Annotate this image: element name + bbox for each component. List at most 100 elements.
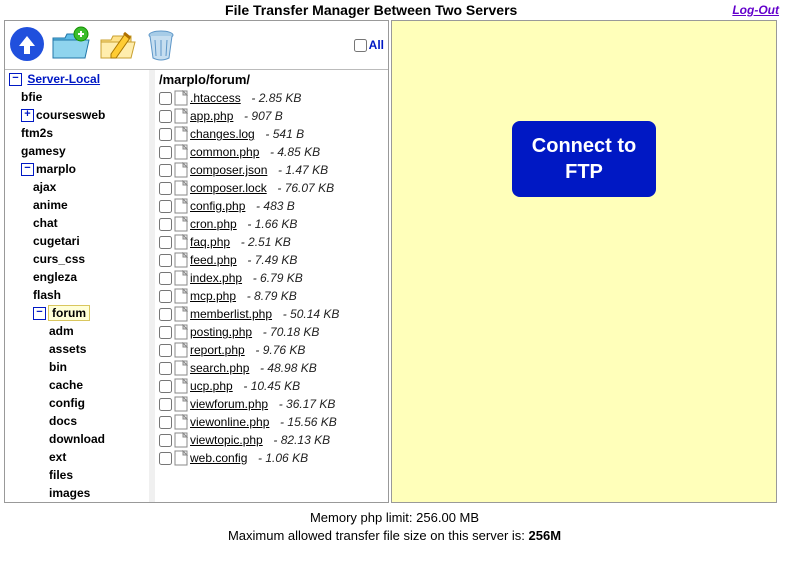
folder-tree[interactable]: − Server-Local bfie+courseswebftm2sgames… bbox=[5, 70, 155, 502]
file-name[interactable]: common.php bbox=[190, 145, 259, 159]
file-name[interactable]: changes.log bbox=[190, 127, 255, 141]
file-checkbox[interactable] bbox=[159, 344, 172, 357]
file-checkbox[interactable] bbox=[159, 182, 172, 195]
select-all[interactable]: All bbox=[350, 36, 384, 55]
file-row[interactable]: .htaccess - 2.85 KB bbox=[159, 89, 384, 107]
file-checkbox[interactable] bbox=[159, 128, 172, 141]
tree-item[interactable]: curs_css bbox=[9, 250, 149, 268]
file-checkbox[interactable] bbox=[159, 362, 172, 375]
tree-item[interactable]: ext bbox=[9, 448, 149, 466]
file-checkbox[interactable] bbox=[159, 92, 172, 105]
file-row[interactable]: faq.php - 2.51 KB bbox=[159, 233, 384, 251]
file-name[interactable]: ucp.php bbox=[190, 379, 233, 393]
tree-item[interactable]: images bbox=[9, 484, 149, 502]
edit-folder-icon[interactable] bbox=[97, 26, 137, 65]
tree-item[interactable]: ajax bbox=[9, 178, 149, 196]
file-checkbox[interactable] bbox=[159, 218, 172, 231]
file-row[interactable]: common.php - 4.85 KB bbox=[159, 143, 384, 161]
file-checkbox[interactable] bbox=[159, 308, 172, 321]
file-row[interactable]: search.php - 48.98 KB bbox=[159, 359, 384, 377]
file-checkbox[interactable] bbox=[159, 146, 172, 159]
file-row[interactable]: changes.log - 541 B bbox=[159, 125, 384, 143]
tree-item[interactable]: +coursesweb bbox=[9, 106, 149, 124]
file-checkbox[interactable] bbox=[159, 416, 172, 429]
tree-item[interactable]: assets bbox=[9, 340, 149, 358]
file-checkbox[interactable] bbox=[159, 164, 172, 177]
tree-item[interactable]: −forum bbox=[9, 304, 149, 322]
file-name[interactable]: viewforum.php bbox=[190, 397, 268, 411]
select-all-checkbox[interactable] bbox=[354, 39, 367, 52]
logout-link[interactable]: Log-Out bbox=[732, 3, 779, 17]
file-name[interactable]: config.php bbox=[190, 199, 245, 213]
tree-item[interactable]: cache bbox=[9, 376, 149, 394]
file-checkbox[interactable] bbox=[159, 380, 172, 393]
file-checkbox[interactable] bbox=[159, 290, 172, 303]
tree-item[interactable]: files bbox=[9, 466, 149, 484]
file-name[interactable]: report.php bbox=[190, 343, 245, 357]
file-name[interactable]: index.php bbox=[190, 271, 242, 285]
file-name[interactable]: web.config bbox=[190, 451, 247, 465]
tree-item[interactable]: download bbox=[9, 430, 149, 448]
file-row[interactable]: viewforum.php - 36.17 KB bbox=[159, 395, 384, 413]
plus-icon[interactable]: + bbox=[21, 109, 34, 122]
tree-item[interactable]: config bbox=[9, 394, 149, 412]
file-checkbox[interactable] bbox=[159, 254, 172, 267]
file-row[interactable]: index.php - 6.79 KB bbox=[159, 269, 384, 287]
tree-root[interactable]: Server-Local bbox=[27, 72, 100, 86]
trash-icon[interactable] bbox=[143, 26, 179, 65]
file-name[interactable]: feed.php bbox=[190, 253, 237, 267]
file-name[interactable]: faq.php bbox=[190, 235, 230, 249]
file-row[interactable]: web.config - 1.06 KB bbox=[159, 449, 384, 467]
file-checkbox[interactable] bbox=[159, 434, 172, 447]
file-row[interactable]: cron.php - 1.66 KB bbox=[159, 215, 384, 233]
file-name[interactable]: memberlist.php bbox=[190, 307, 272, 321]
file-checkbox[interactable] bbox=[159, 272, 172, 285]
file-name[interactable]: mcp.php bbox=[190, 289, 236, 303]
file-name[interactable]: composer.lock bbox=[190, 181, 267, 195]
tree-item[interactable]: flash bbox=[9, 286, 149, 304]
file-row[interactable]: feed.php - 7.49 KB bbox=[159, 251, 384, 269]
file-name[interactable]: viewonline.php bbox=[190, 415, 269, 429]
new-folder-icon[interactable] bbox=[51, 26, 91, 65]
file-row[interactable]: viewtopic.php - 82.13 KB bbox=[159, 431, 384, 449]
file-checkbox[interactable] bbox=[159, 236, 172, 249]
tree-item[interactable]: bfie bbox=[9, 88, 149, 106]
tree-item[interactable]: chat bbox=[9, 214, 149, 232]
file-row[interactable]: mcp.php - 8.79 KB bbox=[159, 287, 384, 305]
file-row[interactable]: ucp.php - 10.45 KB bbox=[159, 377, 384, 395]
connect-ftp-button[interactable]: Connect toFTP bbox=[512, 121, 656, 197]
minus-icon[interactable]: − bbox=[21, 163, 34, 176]
file-checkbox[interactable] bbox=[159, 452, 172, 465]
tree-item[interactable]: adm bbox=[9, 322, 149, 340]
tree-item[interactable]: engleza bbox=[9, 268, 149, 286]
file-row[interactable]: memberlist.php - 50.14 KB bbox=[159, 305, 384, 323]
tree-item[interactable]: cugetari bbox=[9, 232, 149, 250]
file-row[interactable]: composer.json - 1.47 KB bbox=[159, 161, 384, 179]
file-name[interactable]: search.php bbox=[190, 361, 249, 375]
file-row[interactable]: report.php - 9.76 KB bbox=[159, 341, 384, 359]
file-checkbox[interactable] bbox=[159, 200, 172, 213]
file-name[interactable]: cron.php bbox=[190, 217, 237, 231]
file-name[interactable]: .htaccess bbox=[190, 91, 241, 105]
tree-item[interactable]: ftm2s bbox=[9, 124, 149, 142]
tree-item[interactable]: gamesy bbox=[9, 142, 149, 160]
file-name[interactable]: viewtopic.php bbox=[190, 433, 263, 447]
file-checkbox[interactable] bbox=[159, 110, 172, 123]
file-name[interactable]: composer.json bbox=[190, 163, 267, 177]
tree-item[interactable]: bin bbox=[9, 358, 149, 376]
file-row[interactable]: viewonline.php - 15.56 KB bbox=[159, 413, 384, 431]
minus-icon[interactable]: − bbox=[33, 307, 46, 320]
file-name[interactable]: app.php bbox=[190, 109, 233, 123]
arrow-icon[interactable] bbox=[9, 26, 45, 65]
file-checkbox[interactable] bbox=[159, 326, 172, 339]
file-row[interactable]: config.php - 483 B bbox=[159, 197, 384, 215]
tree-item[interactable]: −marplo bbox=[9, 160, 149, 178]
file-name[interactable]: posting.php bbox=[190, 325, 252, 339]
tree-item[interactable]: anime bbox=[9, 196, 149, 214]
file-row[interactable]: app.php - 907 B bbox=[159, 107, 384, 125]
file-row[interactable]: posting.php - 70.18 KB bbox=[159, 323, 384, 341]
file-row[interactable]: composer.lock - 76.07 KB bbox=[159, 179, 384, 197]
minus-icon[interactable]: − bbox=[9, 73, 22, 86]
file-checkbox[interactable] bbox=[159, 398, 172, 411]
tree-item[interactable]: docs bbox=[9, 412, 149, 430]
